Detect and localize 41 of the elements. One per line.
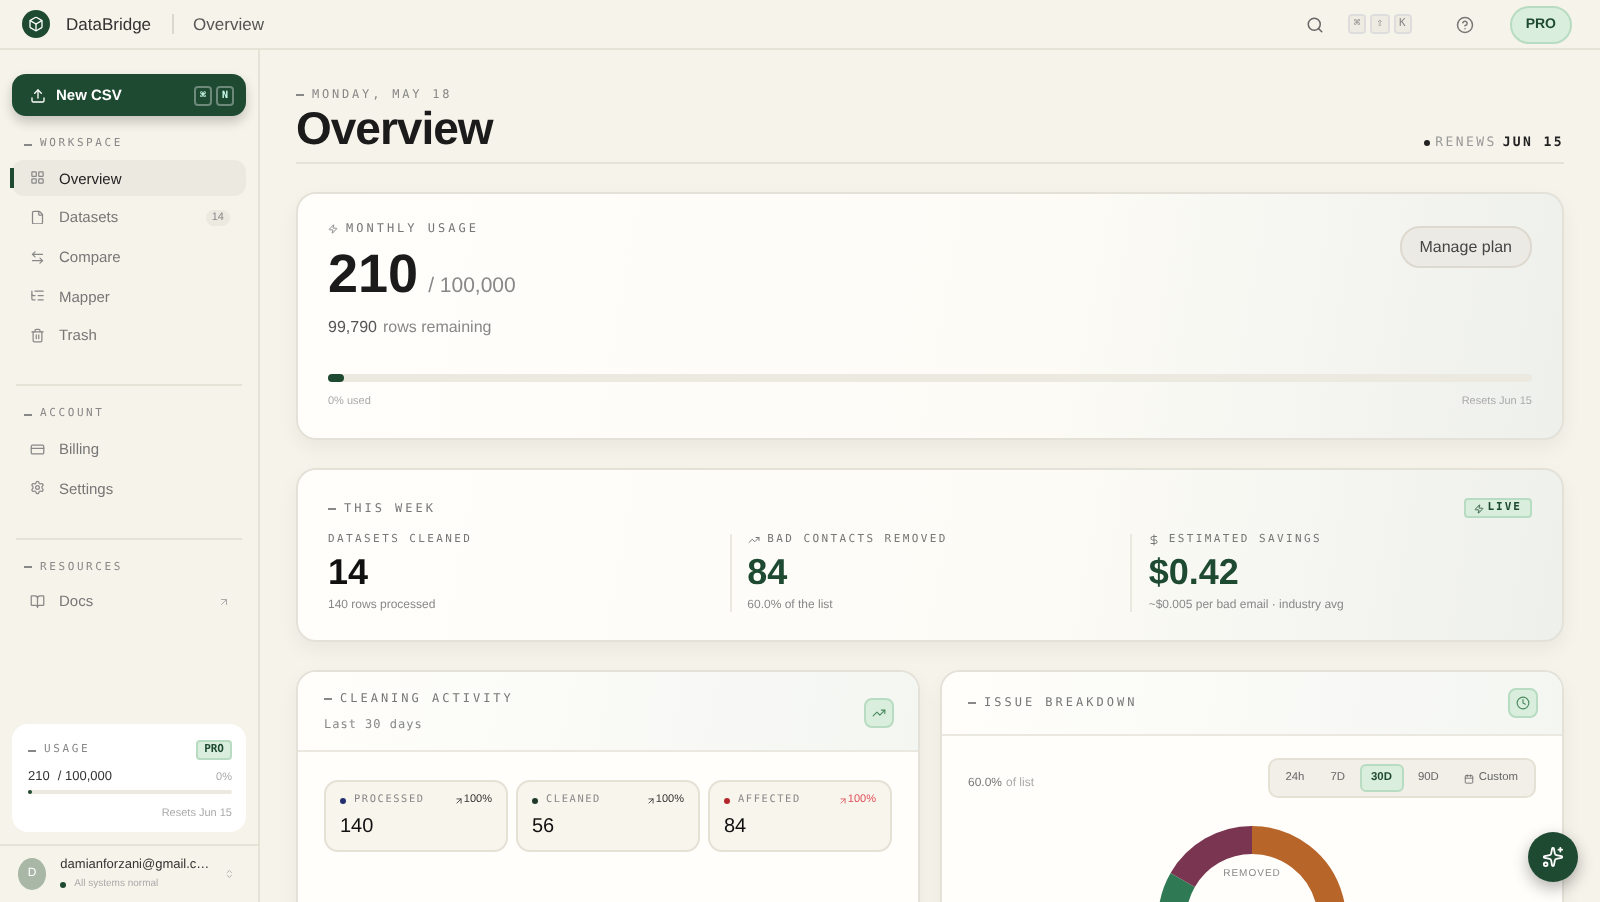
metric-value: 56 bbox=[532, 816, 557, 838]
help-icon[interactable] bbox=[1455, 15, 1474, 33]
arrow-icon bbox=[645, 795, 656, 805]
trend-button[interactable] bbox=[864, 697, 894, 727]
manage-plan-button[interactable]: Manage plan bbox=[1399, 226, 1532, 268]
dollar-icon bbox=[1148, 534, 1161, 546]
trend-icon bbox=[872, 705, 886, 719]
clock-icon bbox=[1516, 696, 1530, 710]
arrow-icon bbox=[453, 795, 464, 805]
upload-icon bbox=[30, 87, 46, 103]
renew-dot bbox=[1423, 139, 1430, 145]
clock-button[interactable] bbox=[1508, 688, 1538, 718]
book-icon bbox=[30, 594, 45, 610]
bolt-icon bbox=[328, 224, 338, 234]
trend-icon bbox=[747, 534, 760, 546]
metric-value: 84 bbox=[724, 816, 749, 838]
settings-icon bbox=[30, 480, 45, 496]
page-title: Overview bbox=[296, 102, 493, 156]
stat-value: 14 bbox=[328, 552, 371, 594]
search-icon[interactable] bbox=[1305, 15, 1324, 33]
usage-limit: / 100,000 bbox=[428, 274, 516, 298]
brand-name: DataBridge bbox=[66, 14, 152, 34]
remaining-count: 99,790 bbox=[328, 318, 377, 336]
breadcrumb: Overview bbox=[193, 14, 264, 34]
grid-icon bbox=[30, 170, 45, 186]
calendar-icon bbox=[1464, 773, 1475, 783]
logo-icon bbox=[22, 10, 50, 38]
card-icon bbox=[30, 441, 45, 457]
swap-icon bbox=[30, 249, 45, 265]
status-dot bbox=[60, 881, 67, 887]
remaining-label: rows remaining bbox=[382, 318, 492, 336]
list-icon bbox=[30, 288, 45, 304]
trash-icon bbox=[30, 328, 45, 343]
stat-value: $0.42 bbox=[1148, 552, 1241, 594]
sparkles-icon bbox=[1542, 846, 1564, 868]
file-icon bbox=[30, 209, 45, 225]
stat-value: 84 bbox=[747, 552, 790, 594]
bolt-icon bbox=[1473, 503, 1484, 513]
arrow-icon bbox=[837, 795, 848, 805]
usage-value: 210 bbox=[328, 244, 419, 306]
metric-value: 140 bbox=[340, 816, 376, 838]
